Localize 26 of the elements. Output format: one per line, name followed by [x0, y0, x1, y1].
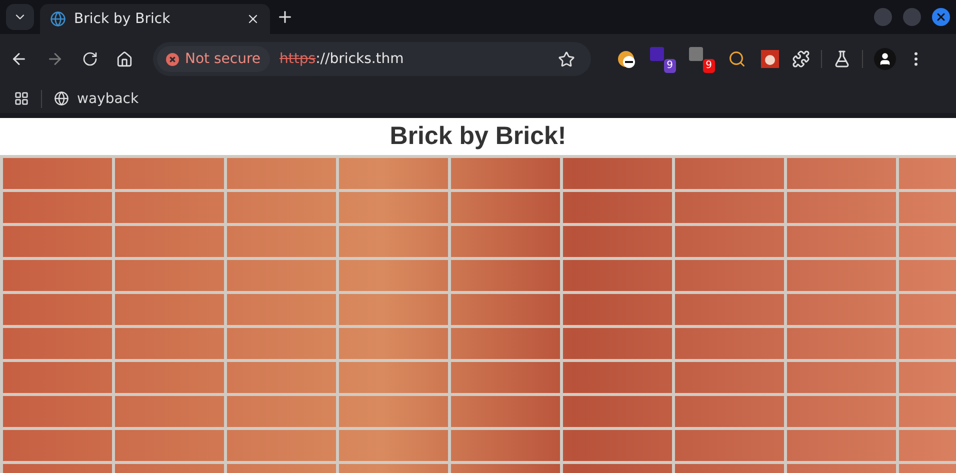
close-tab-button[interactable] [246, 12, 260, 26]
browser-tab[interactable]: Brick by Brick [40, 4, 270, 34]
new-tab-button[interactable] [276, 8, 294, 26]
tab-title: Brick by Brick [74, 11, 172, 27]
extension-icon[interactable] [759, 48, 781, 70]
apps-grid-icon[interactable] [14, 91, 29, 106]
url-text[interactable]: https://bricks.thm [280, 51, 548, 67]
page-heading: Brick by Brick! [388, 121, 568, 152]
back-button[interactable] [10, 50, 28, 68]
globe-icon [54, 91, 69, 106]
profile-avatar[interactable] [874, 48, 896, 70]
bookmark-star-icon[interactable] [558, 50, 575, 68]
extension-icon[interactable] [615, 48, 637, 70]
close-window-button[interactable] [932, 8, 950, 26]
reload-button[interactable] [82, 51, 98, 67]
forward-button[interactable] [46, 50, 64, 68]
extensions-puzzle-icon[interactable] [792, 50, 810, 68]
site-favicon-icon [50, 11, 66, 27]
bookmark-link[interactable]: wayback [54, 90, 139, 106]
close-icon [935, 11, 947, 23]
security-indicator[interactable]: Not secure [157, 46, 270, 72]
home-button[interactable] [116, 50, 133, 68]
tab-list-button[interactable] [6, 4, 34, 30]
extension-badge: 9 [702, 59, 715, 73]
flask-icon[interactable] [833, 50, 851, 68]
extension-badge: 9 [664, 59, 676, 73]
